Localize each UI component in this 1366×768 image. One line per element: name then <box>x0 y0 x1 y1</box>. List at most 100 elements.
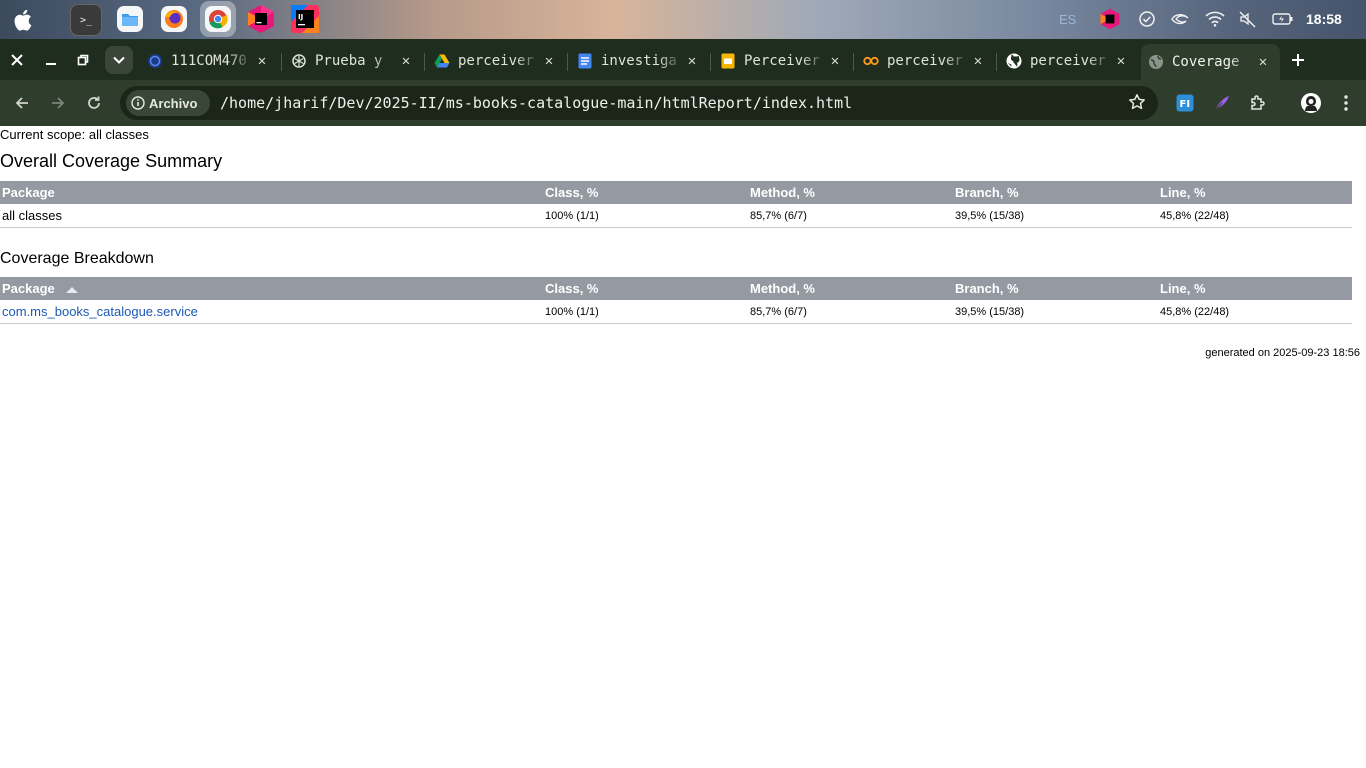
tab-close-icon[interactable]: ✕ <box>540 52 558 70</box>
window-restore-button[interactable] <box>72 49 94 71</box>
apple-icon[interactable] <box>11 7 37 33</box>
tab-close-icon[interactable]: ✕ <box>253 52 271 70</box>
column-header-line: Line, % <box>1158 181 1352 204</box>
jetbrains-toolbox-app-icon[interactable] <box>246 4 276 34</box>
extension-quill-icon[interactable] <box>1211 92 1233 114</box>
window-minimize-button[interactable] <box>40 49 62 71</box>
reload-button[interactable] <box>83 92 105 114</box>
cell-branch-coverage: 39,5% (15/38) <box>953 300 1158 324</box>
github-icon <box>1006 53 1022 69</box>
cell-line-coverage: 45,8% (22/48) <box>1158 204 1352 228</box>
tab-divider <box>567 53 568 71</box>
browser-tab[interactable]: Perceiver ✕ <box>713 46 852 76</box>
globe-icon <box>1148 54 1164 70</box>
firefox-app-icon[interactable] <box>159 4 189 34</box>
column-header-method[interactable]: Method, % <box>748 277 953 300</box>
wifi-icon[interactable] <box>1205 9 1225 29</box>
tab-close-icon[interactable]: ✕ <box>826 52 844 70</box>
column-header-branch[interactable]: Branch, % <box>953 277 1158 300</box>
cell-method-coverage: 85,7% (6/7) <box>748 204 953 228</box>
volume-muted-icon[interactable] <box>1238 9 1258 29</box>
browser-menu-icon[interactable] <box>1335 92 1357 114</box>
jetbrains-toolbox-tray-icon[interactable] <box>1099 8 1121 30</box>
battery-charging-icon[interactable] <box>1272 9 1294 29</box>
column-header-method: Method, % <box>748 181 953 204</box>
google-docs-icon <box>577 53 593 69</box>
browser-tab[interactable]: investiga ✕ <box>570 46 709 76</box>
window-close-button[interactable] <box>6 49 28 71</box>
cell-line-coverage: 45,8% (22/48) <box>1158 300 1352 324</box>
info-icon <box>131 96 145 110</box>
back-button[interactable] <box>11 92 33 114</box>
browser-tab[interactable]: perceiver ✕ <box>427 46 566 76</box>
column-header-class: Class, % <box>543 181 748 204</box>
reload-icon <box>88 96 100 109</box>
tab-divider <box>853 53 854 71</box>
tab-search-button[interactable] <box>105 46 133 74</box>
url-text[interactable]: /home/jharif/Dev/2025-II/ms-books-catalo… <box>220 94 852 112</box>
browser-tab[interactable]: perceiver ✕ <box>999 46 1138 76</box>
generated-timestamp: generated on 2025-09-23 18:56 <box>1205 347 1360 359</box>
package-link[interactable]: com.ms_books_catalogue.service <box>2 304 198 319</box>
infinity-icon <box>863 53 879 69</box>
globe-icon <box>147 53 163 69</box>
site-chip-label: Archivo <box>149 95 198 111</box>
intellij-app-icon[interactable]: IJ <box>290 4 320 34</box>
arrow-left-icon <box>15 97 28 109</box>
extension-fi-label: FI <box>1180 99 1191 110</box>
keyboard-language-indicator[interactable]: ES <box>1059 9 1076 29</box>
new-tab-button[interactable] <box>1287 49 1309 71</box>
check-circle-icon[interactable] <box>1138 9 1156 29</box>
tab-close-icon[interactable]: ✕ <box>1254 53 1272 71</box>
column-header-branch: Branch, % <box>953 181 1158 204</box>
browser-tab-strip: 111COM470 ✕ Prueba y ✕ perceiver ✕ inves… <box>0 39 1366 80</box>
extensions-puzzle-icon[interactable] <box>1247 92 1269 114</box>
address-bar[interactable]: Archivo /home/jharif/Dev/2025-II/ms-book… <box>120 86 1158 120</box>
extension-fi-icon[interactable]: FI <box>1174 92 1196 114</box>
clock[interactable]: 18:58 <box>1306 9 1342 29</box>
browser-tab[interactable]: perceiver ✕ <box>856 46 995 76</box>
profile-avatar[interactable] <box>1300 92 1322 114</box>
tab-title: 111COM470 <box>171 53 247 69</box>
browser-toolbar: Archivo /home/jharif/Dev/2025-II/ms-book… <box>0 80 1366 126</box>
browser-tab[interactable]: Prueba y ✕ <box>284 46 423 76</box>
chevron-down-icon <box>113 56 125 64</box>
tab-divider <box>996 53 997 71</box>
column-header-class[interactable]: Class, % <box>543 277 748 300</box>
nvidia-icon[interactable] <box>1170 9 1190 29</box>
site-info-chip[interactable]: Archivo <box>126 90 210 116</box>
browser-tab[interactable]: 111COM470 ✕ <box>140 46 279 76</box>
table-header-row: Package Class, % Method, % Branch, % Lin… <box>0 277 1352 300</box>
column-header-line[interactable]: Line, % <box>1158 277 1352 300</box>
bookmark-star-icon[interactable] <box>1128 93 1146 111</box>
forward-button[interactable] <box>47 92 69 114</box>
current-scope-text: Current scope: all classes <box>0 127 149 142</box>
tab-divider <box>424 53 425 71</box>
tab-close-icon[interactable]: ✕ <box>1112 52 1130 70</box>
tab-close-icon[interactable]: ✕ <box>397 52 415 70</box>
coverage-breakdown-heading: Coverage Breakdown <box>0 250 154 267</box>
arrow-right-icon <box>52 97 65 109</box>
files-app-icon[interactable] <box>115 4 145 34</box>
sort-ascending-icon <box>66 286 79 293</box>
tab-close-icon[interactable]: ✕ <box>969 52 987 70</box>
cell-package: com.ms_books_catalogue.service <box>0 300 543 324</box>
coverage-breakdown-table: Package Class, % Method, % Branch, % Lin… <box>0 277 1352 324</box>
desktop-top-bar: >_ IJ ES 18:58 <box>0 0 1366 39</box>
table-header-row: Package Class, % Method, % Branch, % Lin… <box>0 181 1352 204</box>
column-header-package: Package <box>0 181 543 204</box>
tab-divider <box>281 53 282 71</box>
cell-package: all classes <box>0 204 543 228</box>
column-header-package-sortable[interactable]: Package <box>0 277 543 300</box>
tab-title: perceiver <box>1030 53 1106 69</box>
cell-branch-coverage: 39,5% (15/38) <box>953 204 1158 228</box>
cell-method-coverage: 85,7% (6/7) <box>748 300 953 324</box>
tab-title: investiga <box>601 53 677 69</box>
tab-close-icon[interactable]: ✕ <box>683 52 701 70</box>
tab-title: Perceiver <box>744 53 820 69</box>
coverage-report-page: Current scope: all classes Overall Cover… <box>0 126 1366 768</box>
plus-icon <box>1292 54 1304 66</box>
terminal-app-icon[interactable]: >_ <box>70 4 102 36</box>
browser-tab-active[interactable]: Coverage ✕ <box>1141 44 1280 80</box>
chrome-app-icon[interactable] <box>200 1 236 37</box>
